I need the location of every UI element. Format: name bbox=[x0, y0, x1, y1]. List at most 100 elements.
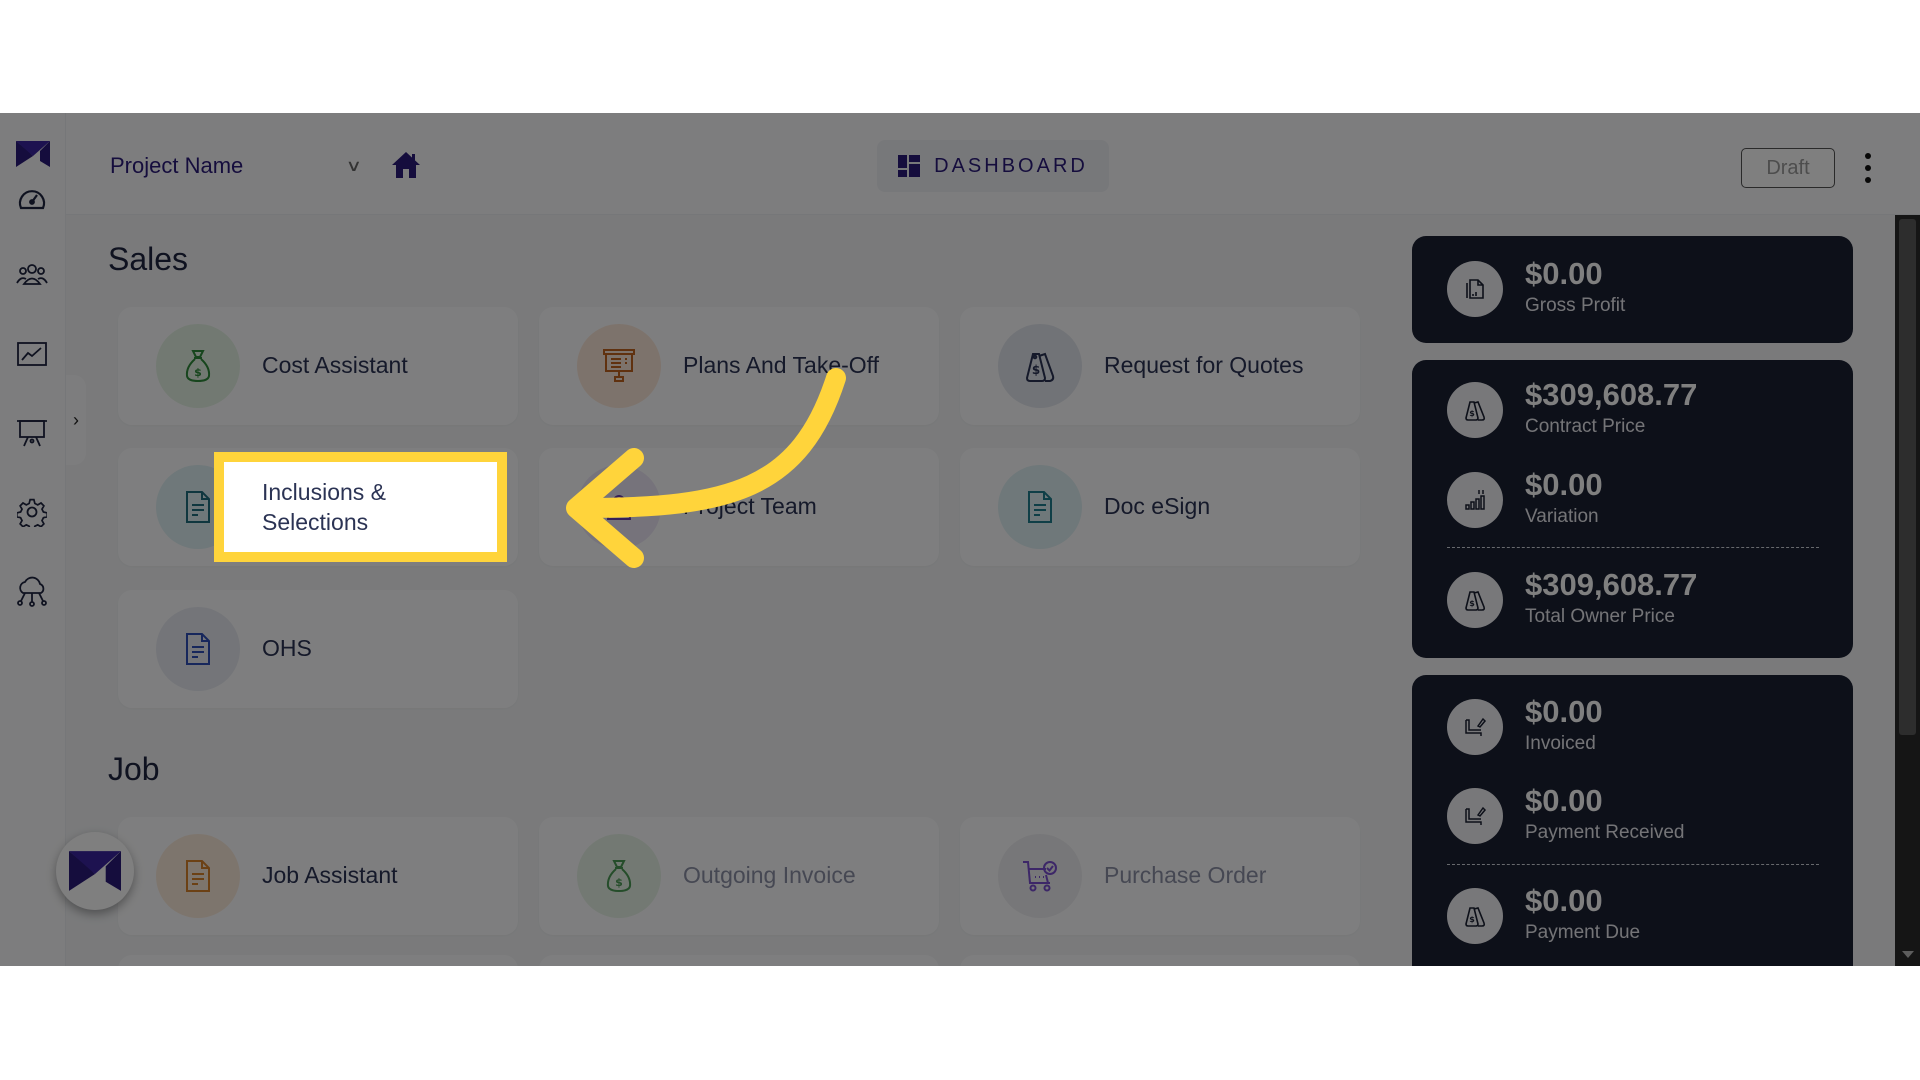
contract-price-card: $ $309,608.77 Contract Price $0.00 Varia… bbox=[1412, 360, 1853, 658]
team-icon bbox=[16, 264, 48, 285]
sidebar-item-dashboard[interactable] bbox=[15, 183, 49, 217]
tab-dashboard[interactable]: DASHBOARD bbox=[877, 140, 1109, 192]
m-logo-icon bbox=[69, 851, 121, 891]
draft-status-button[interactable]: Draft bbox=[1741, 148, 1835, 188]
sidebar-item-presentations[interactable] bbox=[15, 416, 49, 450]
stat-label: Contract Price bbox=[1525, 416, 1646, 437]
home-icon[interactable] bbox=[390, 149, 422, 181]
stat-total-owner-price: $ $309,608.77 Total Owner Price bbox=[1447, 567, 1697, 630]
cloud-network-icon bbox=[17, 576, 47, 607]
sidebar-item-reports[interactable] bbox=[15, 337, 49, 371]
chevron-right-icon: › bbox=[73, 409, 79, 430]
svg-text:$: $ bbox=[615, 876, 623, 889]
price-tags-icon: $ bbox=[1447, 888, 1503, 944]
invoice-sign-icon bbox=[1447, 699, 1503, 755]
tile-label: Job Assistant bbox=[262, 862, 398, 889]
tile-next-row[interactable] bbox=[960, 955, 1360, 966]
stat-label: Gross Profit bbox=[1525, 295, 1626, 316]
svg-text:$: $ bbox=[194, 366, 202, 379]
tile-purchase-order[interactable]: Purchase Order bbox=[960, 817, 1360, 935]
stat-value: $0.00 bbox=[1525, 783, 1603, 818]
document-icon bbox=[998, 465, 1082, 549]
stat-contract-price: $ $309,608.77 Contract Price bbox=[1447, 377, 1697, 440]
tile-request-for-quotes[interactable]: $ Request for Quotes bbox=[960, 307, 1360, 425]
presentation-board-icon bbox=[17, 420, 47, 447]
price-tags-icon: $ bbox=[1447, 572, 1503, 628]
kebab-menu-icon[interactable] bbox=[1858, 153, 1878, 183]
sidebar-item-team[interactable] bbox=[15, 258, 49, 292]
money-bag-icon: $ bbox=[156, 324, 240, 408]
chevron-down-icon: ∨ bbox=[345, 158, 363, 175]
stat-value: $0.00 bbox=[1525, 694, 1603, 729]
sidebar-item-integrations[interactable] bbox=[15, 574, 49, 608]
gross-profit-card: $0.00 Gross Profit bbox=[1412, 236, 1853, 343]
tile-job-assistant[interactable]: Job Assistant bbox=[118, 817, 518, 935]
scroll-down-arrow-icon[interactable] bbox=[1902, 951, 1914, 958]
line-chart-icon bbox=[17, 342, 47, 366]
tile-cost-assistant[interactable]: $ Cost Assistant bbox=[118, 307, 518, 425]
project-select[interactable]: Project Name ∨ bbox=[110, 149, 363, 183]
tile-label: Doc eSign bbox=[1104, 493, 1211, 520]
highlight-label: Inclusions & Selections bbox=[262, 479, 387, 535]
document-chart-icon bbox=[1447, 261, 1503, 317]
tab-dashboard-label: DASHBOARD bbox=[934, 154, 1088, 177]
stat-value: $309,608.77 bbox=[1525, 567, 1698, 602]
floating-assistant-button[interactable] bbox=[56, 832, 134, 910]
stat-label: Total Owner Price bbox=[1525, 606, 1675, 627]
sidebar-item-settings[interactable] bbox=[15, 495, 49, 529]
tile-outgoing-invoice[interactable]: $ Outgoing Invoice bbox=[539, 817, 939, 935]
stat-invoiced: $0.00 Invoiced bbox=[1447, 694, 1603, 757]
tile-label: Plans And Take-Off bbox=[683, 352, 880, 379]
stat-label: Payment Due bbox=[1525, 922, 1641, 943]
divider bbox=[1447, 547, 1819, 548]
tile-project-team[interactable]: Project Team bbox=[539, 448, 939, 566]
document-icon bbox=[156, 834, 240, 918]
svg-text:$: $ bbox=[1032, 363, 1040, 377]
tile-label: OHS bbox=[262, 635, 312, 662]
price-tags-icon: $ bbox=[998, 324, 1082, 408]
main-scrollbar[interactable] bbox=[1895, 215, 1920, 966]
gear-icon bbox=[17, 498, 47, 527]
tile-ohs[interactable]: OHS bbox=[118, 590, 518, 708]
tile-label: Outgoing Invoice bbox=[683, 862, 856, 889]
app-window: › Project Name ∨ DASHBOARD Draft Sales $… bbox=[0, 113, 1920, 966]
stat-value: $0.00 bbox=[1525, 467, 1603, 502]
tile-doc-esign[interactable]: Doc eSign bbox=[960, 448, 1360, 566]
svg-text:$: $ bbox=[1469, 409, 1475, 418]
tile-label: Project Team bbox=[683, 493, 817, 520]
tile-label: Purchase Order bbox=[1104, 862, 1267, 889]
sidebar-expand-button[interactable]: › bbox=[66, 375, 86, 465]
speedometer-icon bbox=[18, 190, 46, 210]
price-tags-icon: $ bbox=[1447, 382, 1503, 438]
stat-payment-received: $0.00 Payment Received bbox=[1447, 783, 1685, 846]
top-header: Project Name ∨ DASHBOARD Draft bbox=[66, 113, 1920, 215]
stat-value: $0.00 bbox=[1525, 883, 1603, 918]
job-heading: Job bbox=[108, 751, 160, 787]
document-icon bbox=[156, 607, 240, 691]
stat-variation: $0.00 Variation bbox=[1447, 467, 1603, 530]
stat-label: Invoiced bbox=[1525, 733, 1596, 754]
stat-payment-due: $ $0.00 Payment Due bbox=[1447, 883, 1641, 946]
invoice-sign-icon bbox=[1447, 788, 1503, 844]
dashboard-grid-icon bbox=[898, 155, 921, 177]
tile-plans-takeoff[interactable]: Plans And Take-Off bbox=[539, 307, 939, 425]
tile-label: Cost Assistant bbox=[262, 352, 408, 379]
tile-label: Request for Quotes bbox=[1104, 352, 1304, 379]
m-logo-icon[interactable] bbox=[16, 139, 50, 169]
shopping-cart-check-icon bbox=[998, 834, 1082, 918]
tile-next-row[interactable] bbox=[118, 955, 518, 966]
sidebar bbox=[0, 113, 66, 966]
team-icon bbox=[577, 465, 661, 549]
divider bbox=[1447, 864, 1819, 865]
payments-card: $0.00 Invoiced $0.00 Payment Received $ … bbox=[1412, 675, 1853, 966]
presentation-board-icon bbox=[577, 324, 661, 408]
stat-value: $309,608.77 bbox=[1525, 377, 1698, 412]
scrollbar-thumb[interactable] bbox=[1899, 219, 1916, 735]
tile-next-row[interactable] bbox=[539, 955, 939, 966]
money-bag-icon: $ bbox=[577, 834, 661, 918]
stat-value: $0.00 bbox=[1525, 256, 1603, 291]
stat-label: Payment Received bbox=[1525, 822, 1685, 843]
highlighted-inclusions-selections[interactable]: Inclusions & Selections bbox=[214, 452, 507, 562]
project-select-value: Project Name bbox=[110, 153, 244, 178]
svg-text:$: $ bbox=[1469, 599, 1475, 608]
